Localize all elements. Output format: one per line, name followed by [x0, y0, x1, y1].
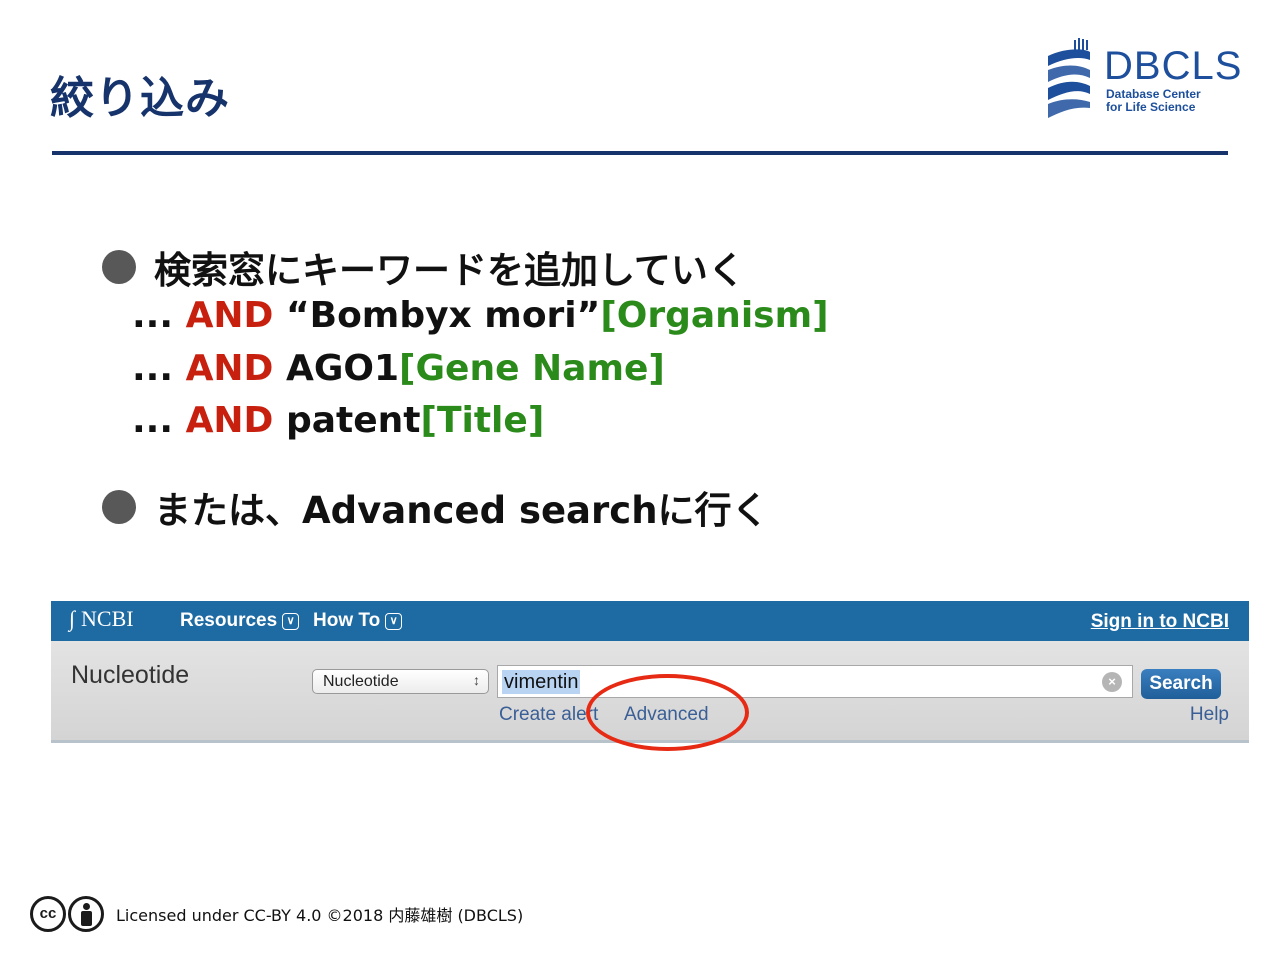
title-divider [52, 151, 1228, 155]
chevron-down-icon: ∨ [385, 612, 403, 630]
query-term: AGO1 [285, 348, 400, 389]
chevron-down-icon: ∨ [282, 612, 300, 630]
query-operator: AND [185, 400, 286, 441]
query-term: “Bombyx mori” [285, 295, 601, 336]
ncbi-logo[interactable]: ∫ NCBI [69, 606, 134, 632]
bullet-text: 検索窓にキーワードを追加していく [154, 249, 745, 292]
bullet-item-2: または、Advanced searchに行く [102, 480, 769, 534]
dna-helix-icon [1048, 38, 1090, 118]
query-field: [Gene Name] [399, 348, 665, 389]
query-line-2: ... AND AGO1[Gene Name] [132, 348, 665, 389]
search-input-value: vimentin [502, 670, 581, 694]
query-field: [Organism] [600, 295, 829, 336]
database-title: Nucleotide [71, 661, 190, 689]
logo-subtitle-line2: for Life Science [1106, 100, 1196, 114]
attribution-person-icon [68, 896, 104, 932]
person-body [81, 911, 92, 926]
ncbi-logo-text: NCBI [81, 606, 134, 631]
how-to-label: How To [313, 610, 381, 631]
slide-title: 絞り込み [50, 73, 230, 124]
highlight-ellipse [586, 674, 749, 751]
dbcls-logo: DBCLS Database Center for Life Science [1044, 38, 1241, 122]
how-to-menu[interactable]: How To ∨ [313, 610, 403, 632]
bullet-dot-icon [102, 250, 136, 284]
help-link[interactable]: Help [1190, 704, 1229, 726]
search-input[interactable]: vimentin × [497, 665, 1133, 698]
sign-in-link[interactable]: Sign in to NCBI [1091, 611, 1229, 633]
license-text: Licensed under CC-BY 4.0 ©2018 内藤雄樹 (DBC… [116, 906, 524, 925]
cc-icon: cc [30, 896, 66, 932]
query-operator: AND [185, 348, 286, 389]
select-arrows-icon: ↕ [473, 672, 480, 688]
logo-wordmark: DBCLS [1104, 44, 1243, 88]
person-head [83, 903, 90, 910]
query-operator: AND [185, 295, 286, 336]
query-line-3: ... AND patent[Title] [132, 400, 544, 441]
query-line-1: ... AND “Bombyx mori”[Organism] [132, 295, 829, 336]
ncbi-helix-icon: ∫ [69, 606, 76, 631]
license-footer: cc Licensed under CC-BY 4.0 ©2018 内藤雄樹 (… [30, 896, 523, 932]
logo-subtitle: Database Center for Life Science [1106, 88, 1201, 114]
bullet-dot-icon [102, 490, 136, 524]
database-select-value: Nucleotide [323, 673, 399, 690]
resources-menu[interactable]: Resources ∨ [180, 610, 300, 632]
query-prefix: ... [132, 400, 186, 441]
clear-icon[interactable]: × [1102, 672, 1122, 692]
resources-label: Resources [180, 610, 278, 631]
bullet-text: または、Advanced searchに行く [154, 489, 769, 532]
query-prefix: ... [132, 348, 186, 389]
query-term: patent [285, 400, 421, 441]
bullet-item-1: 検索窓にキーワードを追加していく [102, 240, 745, 294]
query-field: [Title] [420, 400, 545, 441]
ncbi-top-bar: ∫ NCBI Resources ∨ How To ∨ Sign in to N… [51, 601, 1249, 641]
create-alert-link[interactable]: Create alert [499, 704, 598, 726]
search-button[interactable]: Search [1141, 669, 1221, 699]
query-prefix: ... [132, 295, 186, 336]
database-select[interactable]: Nucleotide ↕ [312, 669, 489, 694]
